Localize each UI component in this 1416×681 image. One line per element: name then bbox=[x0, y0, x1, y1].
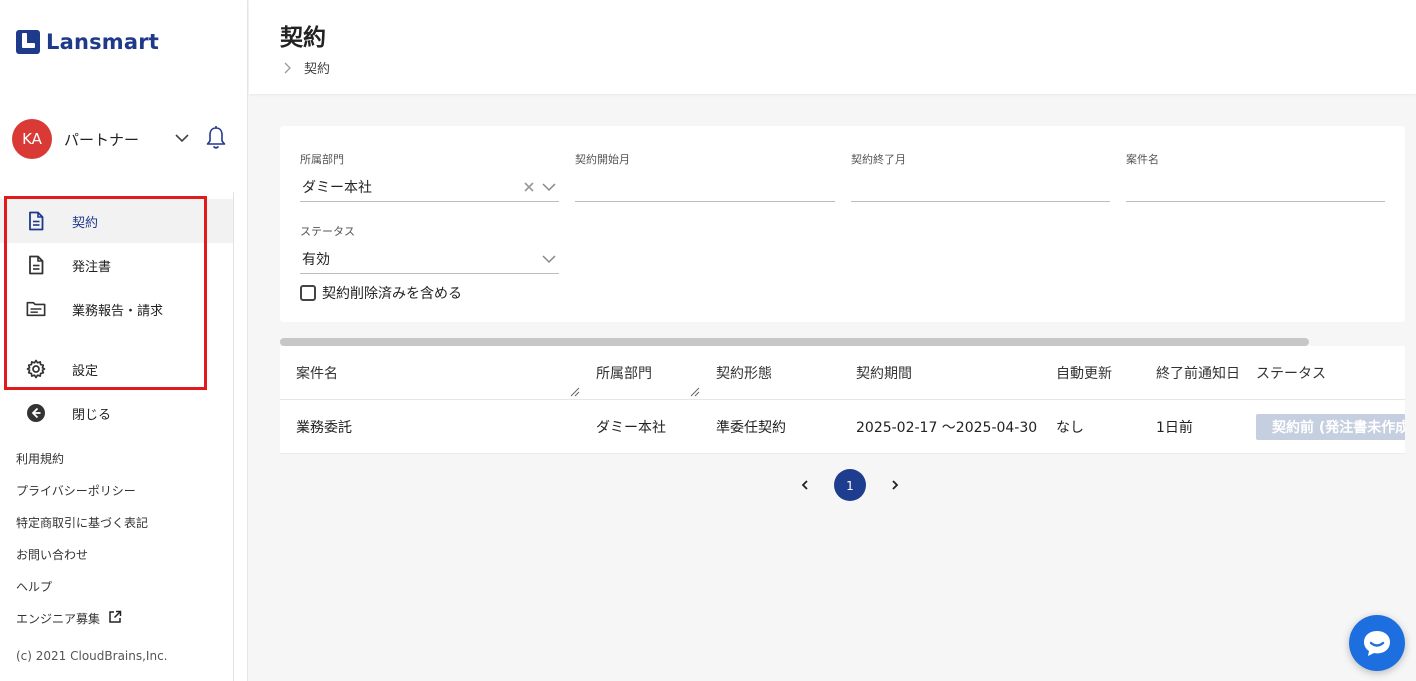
chevron-left-icon bbox=[801, 480, 808, 490]
sidebar-item-label: 設定 bbox=[72, 363, 99, 379]
terms-link[interactable]: 利用規約 bbox=[16, 450, 148, 482]
gear-icon bbox=[26, 359, 46, 379]
checkbox-box[interactable] bbox=[300, 285, 316, 301]
pagination: 1 bbox=[796, 469, 904, 501]
department-value: ダミー本社 bbox=[302, 180, 372, 196]
end-month-field[interactable]: 契約終了月 bbox=[851, 151, 1110, 202]
chevron-down-icon[interactable] bbox=[541, 179, 557, 195]
prev-page-button[interactable] bbox=[796, 476, 814, 494]
help-link[interactable]: ヘルプ bbox=[16, 578, 148, 610]
chevron-down-icon[interactable] bbox=[541, 251, 557, 267]
include-deleted-checkbox[interactable]: 契約削除済みを含める bbox=[300, 283, 462, 303]
engineer-recruit-label: エンジニア募集 bbox=[16, 612, 101, 626]
privacy-link[interactable]: プライバシーポリシー bbox=[16, 482, 148, 514]
breadcrumb: 契約 bbox=[280, 58, 330, 77]
chevron-right-icon bbox=[892, 480, 899, 490]
table-header: 案件名 所属部門 契約形態 契約期間 自動更新 終了前通知日 ステータス bbox=[280, 346, 1405, 400]
column-header-period[interactable]: 契約期間 bbox=[856, 346, 912, 400]
page-header: 契約 契約 bbox=[249, 0, 1416, 94]
department-select[interactable]: 所属部門 ダミー本社 bbox=[300, 151, 559, 202]
sidebar-item-label: 発注書 bbox=[72, 259, 112, 275]
document-icon bbox=[26, 255, 46, 275]
cell-project: 業務委託 bbox=[296, 420, 352, 436]
cell-status: 契約前 (発注書未作成) bbox=[1256, 400, 1405, 454]
avatar[interactable]: KA bbox=[12, 119, 52, 159]
bell-icon[interactable] bbox=[204, 125, 228, 151]
document-icon bbox=[26, 211, 46, 231]
next-page-button[interactable] bbox=[886, 476, 904, 494]
copyright: (c) 2021 CloudBrains,Inc. bbox=[16, 649, 168, 663]
column-header-department[interactable]: 所属部門 bbox=[596, 346, 652, 400]
user-menu[interactable]: KA パートナー bbox=[12, 119, 232, 159]
sidebar-item-label: 業務報告・請求 bbox=[72, 303, 164, 319]
folder-icon bbox=[26, 299, 46, 319]
contracts-table: 案件名 所属部門 契約形態 契約期間 自動更新 終了前通知日 ステータス 業務委… bbox=[280, 346, 1405, 454]
clear-icon[interactable] bbox=[523, 181, 535, 193]
page-title: 契約 bbox=[280, 25, 326, 51]
column-header-project[interactable]: 案件名 bbox=[296, 346, 338, 400]
cell-department: ダミー本社 bbox=[596, 420, 666, 436]
logo[interactable]: Lansmart bbox=[16, 30, 159, 54]
status-select[interactable]: ステータス 有効 bbox=[300, 223, 559, 274]
logo-text: Lansmart bbox=[46, 30, 160, 54]
page-number-button[interactable]: 1 bbox=[834, 469, 866, 501]
sidebar-item-label: 契約 bbox=[72, 215, 99, 231]
start-month-field[interactable]: 契約開始月 bbox=[575, 151, 835, 202]
chat-bubble-icon bbox=[1364, 631, 1390, 656]
chat-button[interactable] bbox=[1349, 615, 1405, 671]
footer-links: 利用規約 プライバシーポリシー 特定商取引に基づく表記 お問い合わせ ヘルプ エ… bbox=[16, 450, 148, 642]
logo-mark-icon bbox=[16, 30, 40, 54]
chevron-down-icon[interactable] bbox=[174, 130, 190, 146]
column-header-status[interactable]: ステータス bbox=[1256, 346, 1326, 400]
sidebar-item-label: 閉じる bbox=[72, 407, 112, 423]
sidebar-item-settings[interactable]: 設定 bbox=[0, 347, 233, 391]
sidebar-divider bbox=[233, 192, 234, 681]
column-header-notice[interactable]: 終了前通知日 bbox=[1156, 346, 1240, 400]
resize-handle-icon[interactable] bbox=[690, 387, 700, 397]
sidebar-item-orders[interactable]: 発注書 bbox=[0, 243, 233, 287]
resize-handle-icon[interactable] bbox=[570, 387, 580, 397]
contact-link[interactable]: お問い合わせ bbox=[16, 546, 148, 578]
project-name-label: 案件名 bbox=[1126, 153, 1159, 166]
external-link-icon bbox=[109, 610, 122, 623]
status-badge: 契約前 (発注書未作成) bbox=[1256, 414, 1405, 440]
include-deleted-label: 契約削除済みを含める bbox=[322, 286, 462, 302]
breadcrumb-item[interactable]: 契約 bbox=[304, 58, 330, 77]
start-month-label: 契約開始月 bbox=[575, 153, 630, 166]
cell-auto-renew: なし bbox=[1056, 420, 1084, 436]
sidebar-item-contracts[interactable]: 契約 bbox=[0, 199, 233, 243]
cell-period: 2025-02-17 〜2025-04-30 bbox=[856, 420, 1038, 436]
column-header-type[interactable]: 契約形態 bbox=[716, 346, 772, 400]
table-row[interactable]: 業務委託 ダミー本社 準委任契約 2025-02-17 〜2025-04-30 … bbox=[280, 400, 1405, 454]
sidebar-item-close[interactable]: 閉じる bbox=[0, 391, 233, 435]
chevron-right-icon bbox=[284, 62, 291, 73]
engineer-recruit-link[interactable]: エンジニア募集 bbox=[16, 610, 148, 642]
column-header-auto-renew[interactable]: 自動更新 bbox=[1056, 346, 1112, 400]
project-name-input[interactable]: 案件名 bbox=[1126, 151, 1385, 202]
cell-type: 準委任契約 bbox=[716, 420, 786, 436]
user-name: パートナー bbox=[64, 130, 140, 149]
department-label: 所属部門 bbox=[300, 153, 344, 166]
sidebar: Lansmart KA パートナー 契約 発注書 業務報告・請求 設定 閉じる bbox=[0, 0, 248, 681]
status-label: ステータス bbox=[300, 225, 355, 238]
commerce-law-link[interactable]: 特定商取引に基づく表記 bbox=[16, 514, 148, 546]
arrow-left-circle-icon bbox=[26, 403, 46, 423]
sidebar-nav: 契約 発注書 業務報告・請求 設定 閉じる bbox=[0, 199, 233, 435]
cell-notice: 1日前 bbox=[1156, 420, 1193, 436]
end-month-label: 契約終了月 bbox=[851, 153, 906, 166]
sidebar-item-reports[interactable]: 業務報告・請求 bbox=[0, 287, 233, 331]
horizontal-scrollbar[interactable] bbox=[280, 338, 1309, 346]
status-value: 有効 bbox=[302, 252, 330, 268]
